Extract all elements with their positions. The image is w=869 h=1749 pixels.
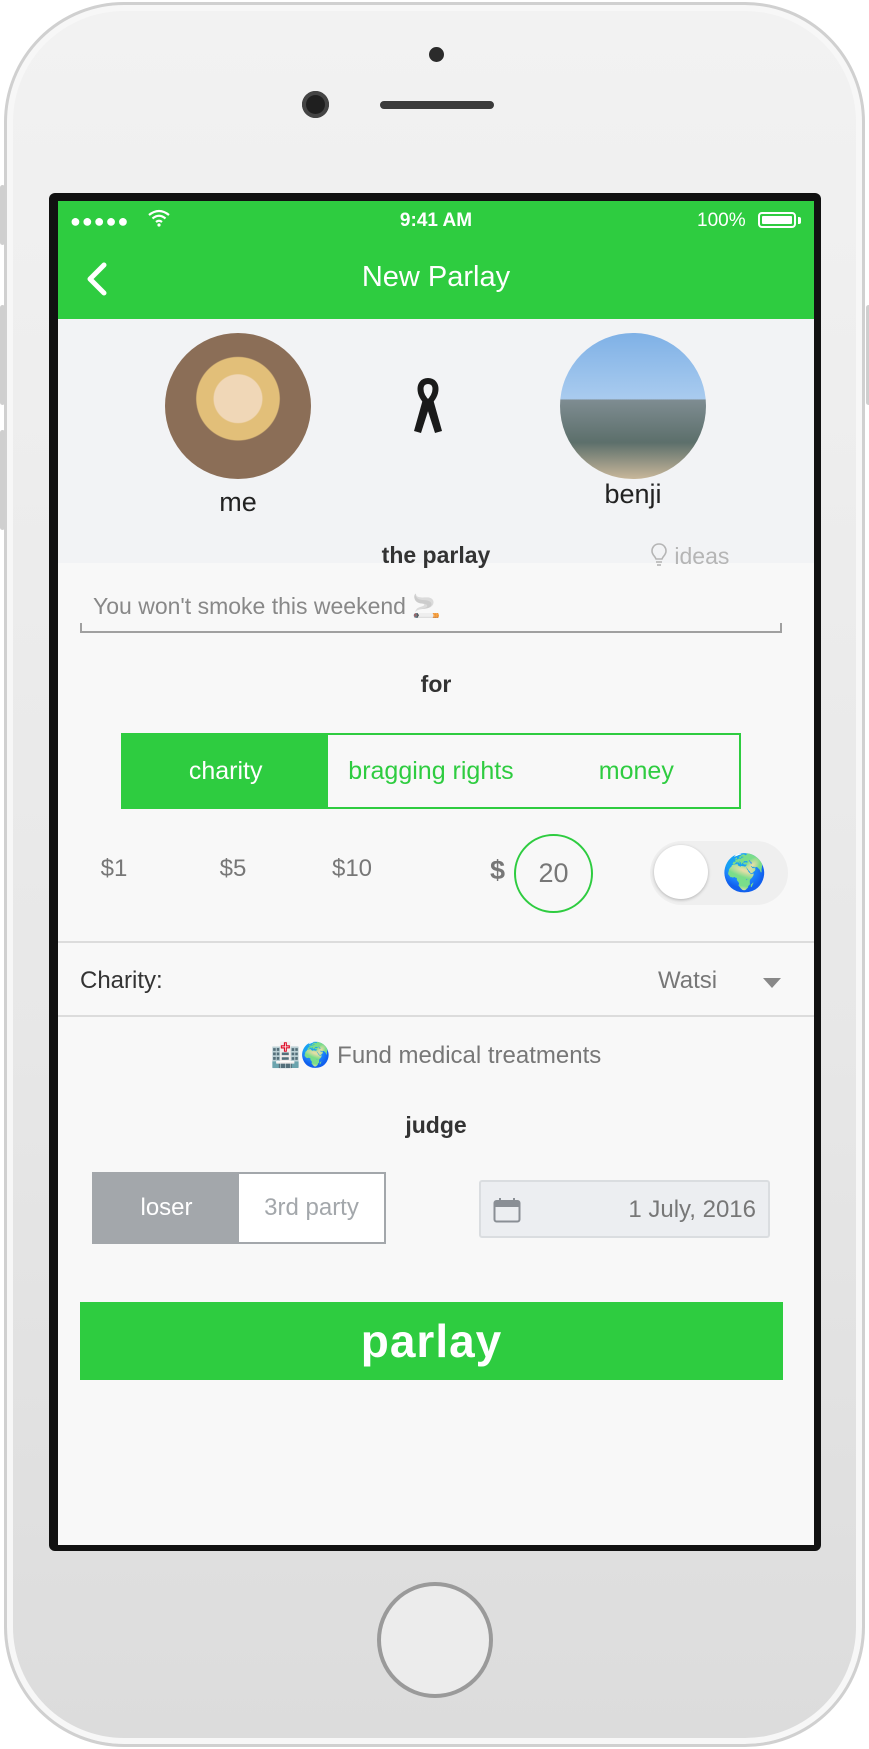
front-camera: [302, 91, 329, 118]
battery-tip: [798, 217, 801, 224]
battery-icon: [758, 212, 796, 228]
input-right-tick: [780, 623, 782, 633]
status-bar: ●●●●● 9:41 AM 100%: [58, 201, 814, 241]
participant-name-me: me: [219, 487, 257, 517]
volume-down-button: [0, 430, 5, 530]
home-button[interactable]: [377, 1582, 493, 1698]
judge-label: judge: [405, 1112, 467, 1138]
calendar-icon: [493, 1197, 521, 1223]
judge-selector: loser 3rd party: [92, 1172, 386, 1244]
judge-option-loser[interactable]: loser: [94, 1174, 239, 1242]
stake-label: for: [420, 671, 452, 697]
charity-dropdown[interactable]: Watsi: [658, 967, 798, 999]
ideas-label: ideas: [674, 543, 730, 569]
parlay-submit-button[interactable]: parlay: [80, 1302, 783, 1380]
globe-icon: 🌍: [722, 852, 767, 893]
charity-description: 🏥🌍 Fund medical treatments: [270, 1042, 602, 1069]
charity-selected-value: Watsi: [658, 967, 718, 994]
mute-switch: [0, 185, 5, 245]
toggle-knob: [654, 845, 708, 899]
global-charity-toggle[interactable]: 🌍: [650, 841, 788, 905]
ideas-link[interactable]: ideas: [650, 542, 729, 570]
stake-option-bragging-rights[interactable]: bragging rights: [328, 735, 533, 807]
proximity-sensor: [429, 47, 444, 62]
caret-down-icon: [763, 978, 781, 988]
custom-amount-input[interactable]: 20: [514, 834, 593, 913]
date-picker[interactable]: 1 July, 2016: [479, 1180, 770, 1238]
battery-percentage: 100%: [697, 210, 746, 231]
avatar-me[interactable]: [165, 333, 311, 479]
amount-option-10[interactable]: $10: [312, 855, 392, 883]
header: ●●●●● 9:41 AM 100% New Parlay: [58, 201, 814, 319]
stake-type-selector: charity bragging rights money: [121, 733, 741, 809]
app-screen: ●●●●● 9:41 AM 100% New Parlay me benji t…: [58, 201, 814, 1545]
earpiece-speaker: [380, 101, 494, 109]
currency-symbol: $: [490, 855, 506, 885]
page-title: New Parlay: [361, 261, 511, 293]
date-value: 1 July, 2016: [628, 1196, 756, 1223]
amount-option-1[interactable]: $1: [74, 855, 154, 883]
participants-panel: me benji: [58, 319, 814, 563]
awareness-ribbon-icon: [410, 377, 446, 437]
charity-label: Charity:: [80, 967, 163, 994]
participant-name-benji: benji: [604, 479, 662, 509]
judge-option-3rd-party[interactable]: 3rd party: [239, 1174, 384, 1242]
lightbulb-icon: [650, 543, 674, 569]
divider: [58, 1015, 814, 1017]
stake-option-charity[interactable]: charity: [123, 735, 329, 807]
amount-option-5[interactable]: $5: [193, 855, 273, 883]
avatar-benji[interactable]: [560, 333, 706, 479]
input-left-tick: [80, 623, 82, 633]
volume-up-button: [0, 305, 5, 405]
stake-option-money[interactable]: money: [534, 735, 739, 807]
divider: [58, 941, 814, 943]
parlay-text-input[interactable]: [80, 581, 782, 633]
